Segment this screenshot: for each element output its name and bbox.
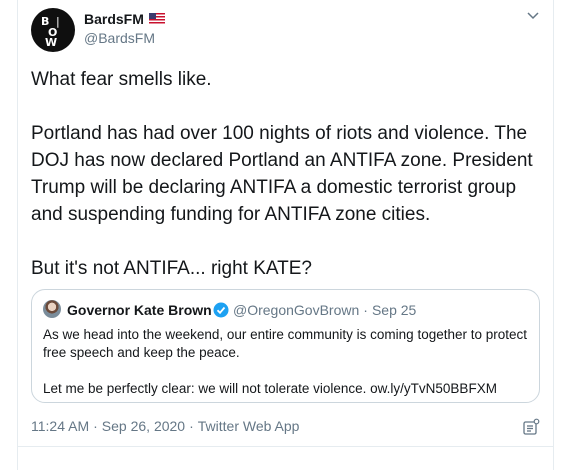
author-avatar[interactable]: B | O W (31, 8, 75, 52)
verified-badge-icon (213, 302, 229, 318)
analytics-icon[interactable] (522, 418, 540, 436)
divider (18, 446, 553, 447)
tweet-date[interactable]: Sep 26, 2020 (102, 418, 185, 434)
author-handle[interactable]: @BardsFM (84, 30, 155, 47)
quoted-author-name: Governor Kate Brown (67, 302, 212, 318)
quoted-text: As we head into the weekend, our entire … (43, 326, 533, 398)
quoted-tweet[interactable]: Governor Kate Brown @OregonGovBrown · Sep … (31, 289, 540, 403)
quoted-paragraph: Let me be perfectly clear: we will not t… (43, 381, 497, 396)
tweet-time[interactable]: 11:24 AM (31, 418, 89, 434)
tweet-source[interactable]: Twitter Web App (198, 418, 300, 434)
separator: · (93, 418, 98, 434)
avatar-letter-w: W (45, 36, 58, 49)
tweet-paragraph: But it's not ANTIFA... right KATE? (31, 258, 312, 279)
us-flag-icon (149, 13, 165, 24)
separator: · (363, 302, 368, 318)
chevron-down-icon[interactable] (527, 12, 539, 20)
quoted-date: Sep 25 (371, 302, 417, 318)
author-name[interactable]: BardsFM (84, 11, 144, 28)
tweet-meta: 11:24 AM · Sep 26, 2020 · Twitter Web App (31, 418, 299, 435)
tweet-paragraph: Portland has had over 100 nights of riot… (31, 123, 533, 225)
separator: · (189, 418, 194, 434)
quoted-handle-line: @OregonGovBrown · Sep 25 (233, 302, 416, 318)
tweet-paragraph: What fear smells like. (31, 69, 212, 90)
quoted-paragraph: As we head into the weekend, our entire … (43, 327, 528, 360)
tweet-text: What fear smells like. Portland has had … (31, 66, 551, 282)
quoted-handle: @OregonGovBrown (233, 302, 360, 318)
quoted-avatar (43, 300, 61, 318)
